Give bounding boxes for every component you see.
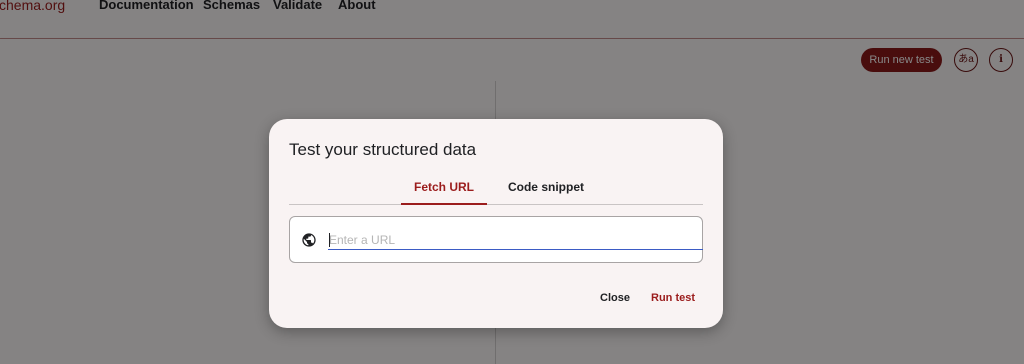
url-field-container[interactable] <box>289 216 703 263</box>
dialog-tabs: Fetch URL Code snippet <box>289 175 703 205</box>
run-test-button[interactable]: Run test <box>651 290 695 306</box>
close-button[interactable]: Close <box>600 290 630 306</box>
tab-code-snippet[interactable]: Code snippet <box>499 175 593 204</box>
globe-icon <box>302 233 316 247</box>
text-caret <box>329 233 330 247</box>
dialog-title: Test your structured data <box>289 140 477 159</box>
test-dialog: Test your structured data Fetch URL Code… <box>269 119 723 328</box>
tab-fetch-url[interactable]: Fetch URL <box>401 175 487 205</box>
url-input[interactable] <box>328 230 703 250</box>
